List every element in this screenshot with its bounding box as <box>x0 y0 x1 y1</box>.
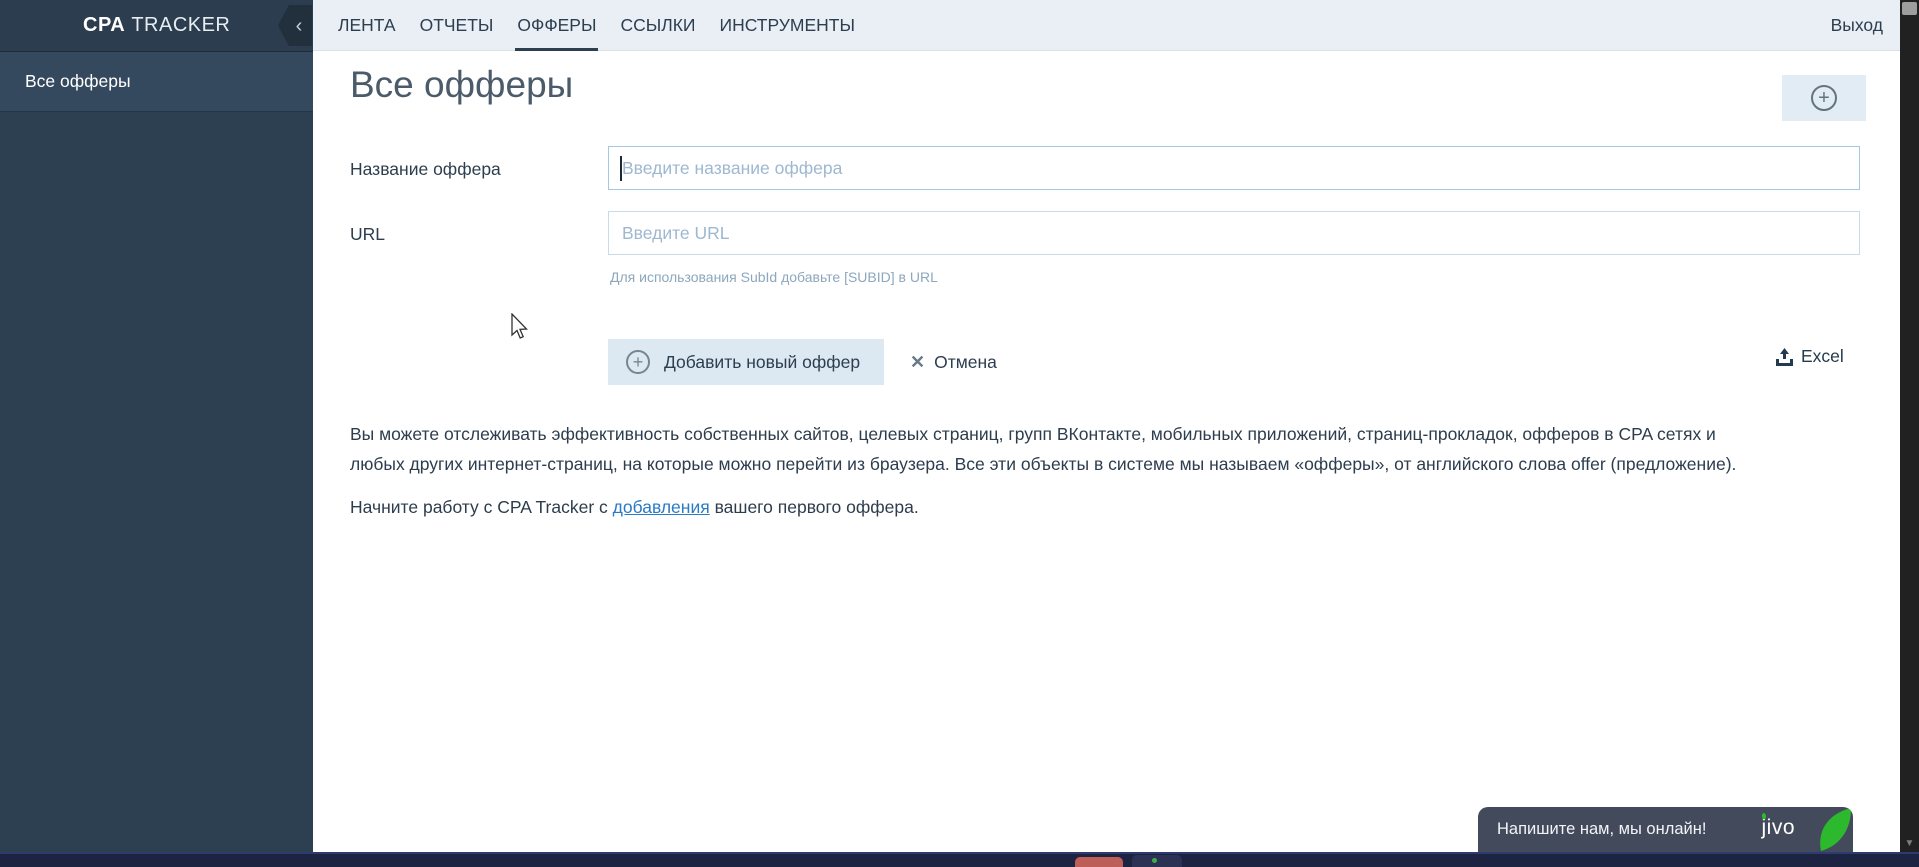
tab-ssylki[interactable]: ССЫЛКИ <box>620 0 695 51</box>
background-red-button <box>1075 857 1123 867</box>
green-dot-icon <box>1152 858 1157 863</box>
background-window-bar <box>0 852 1919 867</box>
excel-label: Excel <box>1801 346 1844 366</box>
chat-message: Напишите нам, мы онлайн! <box>1497 820 1707 838</box>
intro-line-2: любых других интернет-страниц, на которы… <box>350 453 1737 474</box>
cancel-button[interactable]: ✕ Отмена <box>910 339 997 385</box>
leaf-icon <box>1820 808 1851 851</box>
main-tabs: ЛЕНТА ОТЧЕТЫ ОФФЕРЫ ССЫЛКИ ИНСТРУМЕНТЫ <box>338 0 855 51</box>
subid-hint: Для использования SubId добавьте [SUBID]… <box>610 269 938 285</box>
tab-lenta[interactable]: ЛЕНТА <box>338 0 396 51</box>
app-logo-area: CPA TRACKER ‹ <box>0 0 313 51</box>
offer-url-input[interactable] <box>608 211 1860 255</box>
start-suffix: вашего первого оффера. <box>709 497 919 517</box>
offer-name-label: Название оффера <box>350 159 501 179</box>
intro-line-1: Вы можете отслеживать эффективность собс… <box>350 424 1716 444</box>
logo-secondary: TRACKER <box>131 14 231 36</box>
excel-export-button[interactable]: Excel <box>1775 346 1844 367</box>
main-content: Все офферы + Название оффера URL Для исп… <box>313 52 1900 852</box>
add-new-offer-label: Добавить новый оффер <box>664 351 861 372</box>
plus-circle-icon: + <box>1811 85 1837 111</box>
url-label: URL <box>350 224 386 244</box>
jivo-chat-widget[interactable]: Напишите нам, мы онлайн! jivo <box>1478 807 1853 852</box>
jivo-logo: jivo <box>1761 816 1795 839</box>
start-paragraph: Начните работу с CPA Tracker с добавлени… <box>350 493 919 523</box>
start-prefix: Начните работу с CPA Tracker с <box>350 497 613 517</box>
page-title: Все офферы <box>350 64 574 105</box>
logo-primary: CPA <box>83 14 126 36</box>
text-caret <box>620 156 622 181</box>
page-scrollbar[interactable]: ▼ <box>1900 0 1919 852</box>
add-new-offer-button[interactable]: + Добавить новый оффер <box>608 339 885 385</box>
tab-otchety[interactable]: ОТЧЕТЫ <box>420 0 494 51</box>
tab-offery-active[interactable]: ОФФЕРЫ <box>515 0 599 51</box>
sidebar-collapse-button[interactable]: ‹ <box>278 5 312 46</box>
add-offer-button[interactable]: + <box>1782 75 1866 121</box>
sidebar: Все офферы <box>0 51 313 852</box>
app-logo: CPA TRACKER <box>0 14 230 37</box>
background-dark-button <box>1132 855 1182 867</box>
add-first-offer-link[interactable]: добавления <box>613 497 710 517</box>
offer-name-input[interactable] <box>608 146 1860 190</box>
upload-icon <box>1776 347 1793 366</box>
scrollbar-thumb[interactable] <box>1902 2 1917 15</box>
intro-paragraph: Вы можете отслеживать эффективность собс… <box>350 420 1736 479</box>
scrollbar-down-arrow[interactable]: ▼ <box>1900 838 1919 849</box>
sidebar-item-all-offers[interactable]: Все офферы <box>0 52 313 112</box>
cancel-label: Отмена <box>934 351 997 372</box>
top-navigation-bar: CPA TRACKER ‹ ЛЕНТА ОТЧЕТЫ ОФФЕРЫ ССЫЛКИ… <box>0 0 1919 51</box>
logout-link[interactable]: Выход <box>1831 0 1883 51</box>
chevron-left-icon: ‹ <box>295 14 303 37</box>
tab-instrumenty[interactable]: ИНСТРУМЕНТЫ <box>720 0 855 51</box>
close-icon: ✕ <box>910 351 926 372</box>
plus-circle-icon: + <box>626 350 650 374</box>
